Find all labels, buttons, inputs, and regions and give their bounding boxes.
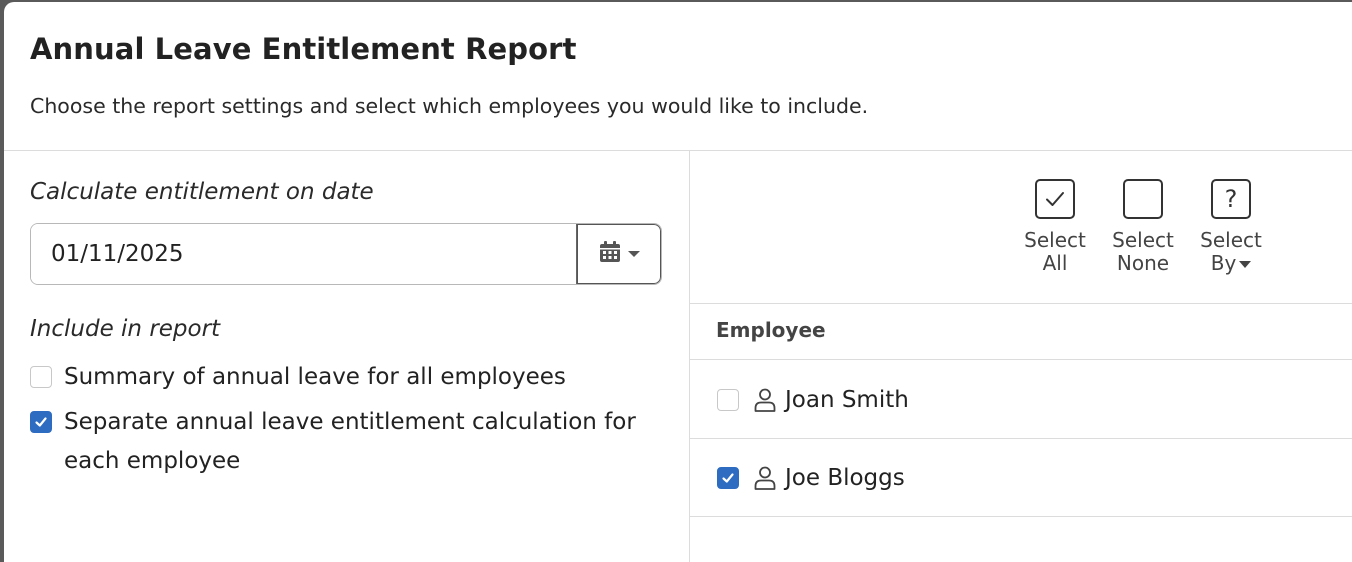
report-settings-pane: Calculate entitlement on date 01/11/2025… — [4, 151, 690, 562]
select-all-label-line1: Select — [1024, 228, 1086, 252]
checkmark-icon — [722, 472, 734, 483]
employee-name: Joe Bloggs — [785, 464, 905, 491]
employee-name: Joan Smith — [785, 386, 909, 413]
select-all-label-line2: All — [1042, 251, 1068, 275]
chevron-down-icon — [628, 251, 640, 257]
date-picker-button[interactable] — [576, 224, 661, 284]
employee-checkbox[interactable] — [717, 388, 739, 411]
question-icon: ? — [1211, 179, 1251, 219]
separate-calculation-label: Separate annual leave entitlement calcul… — [64, 409, 636, 474]
select-by-label-line1: Select — [1200, 228, 1262, 252]
checkmark-icon — [1035, 179, 1075, 219]
checkmark-icon — [35, 417, 47, 427]
dialog-title: Annual Leave Entitlement Report — [30, 32, 577, 66]
select-none-label-line1: Select — [1112, 228, 1174, 252]
select-by-label-line2: By — [1210, 251, 1237, 275]
person-icon — [753, 465, 777, 491]
select-none-button[interactable]: Select None — [1105, 179, 1181, 275]
separate-calculation-option[interactable]: Separate annual leave entitlement calcul… — [30, 403, 650, 481]
summary-checkbox[interactable] — [30, 366, 52, 388]
select-by-button[interactable]: ? Select By — [1193, 179, 1269, 275]
table-row[interactable]: Joe Bloggs — [690, 439, 1352, 517]
calendar-icon — [598, 240, 622, 268]
employee-column-title: Employee — [716, 318, 826, 342]
separate-calculation-checkbox[interactable] — [30, 411, 52, 433]
employee-checkbox[interactable] — [717, 466, 739, 489]
include-label: Include in report — [30, 316, 221, 342]
dialog-header: Annual Leave Entitlement Report Choose t… — [4, 2, 1352, 151]
report-dialog: Annual Leave Entitlement Report Choose t… — [4, 2, 1352, 562]
summary-option[interactable]: Summary of annual leave for all employee… — [30, 358, 650, 397]
person-icon — [753, 387, 777, 413]
date-label: Calculate entitlement on date — [30, 179, 374, 205]
selection-toolbar: Select All Select None ? Select By — [690, 151, 1352, 304]
entitlement-date-input[interactable] — [31, 224, 576, 284]
select-all-button[interactable]: Select All — [1017, 179, 1093, 275]
empty-box-icon — [1123, 179, 1163, 219]
summary-option-label: Summary of annual leave for all employee… — [64, 364, 566, 390]
caret-down-icon — [1239, 261, 1252, 268]
select-none-label-line2: None — [1116, 251, 1170, 275]
employee-selection-pane: Select All Select None ? Select By Emplo… — [690, 151, 1352, 562]
employee-table-header: Employee — [690, 304, 1352, 360]
dialog-subtitle: Choose the report settings and select wh… — [30, 94, 869, 118]
table-row[interactable]: Joan Smith — [690, 361, 1352, 439]
date-field-group — [30, 223, 662, 285]
